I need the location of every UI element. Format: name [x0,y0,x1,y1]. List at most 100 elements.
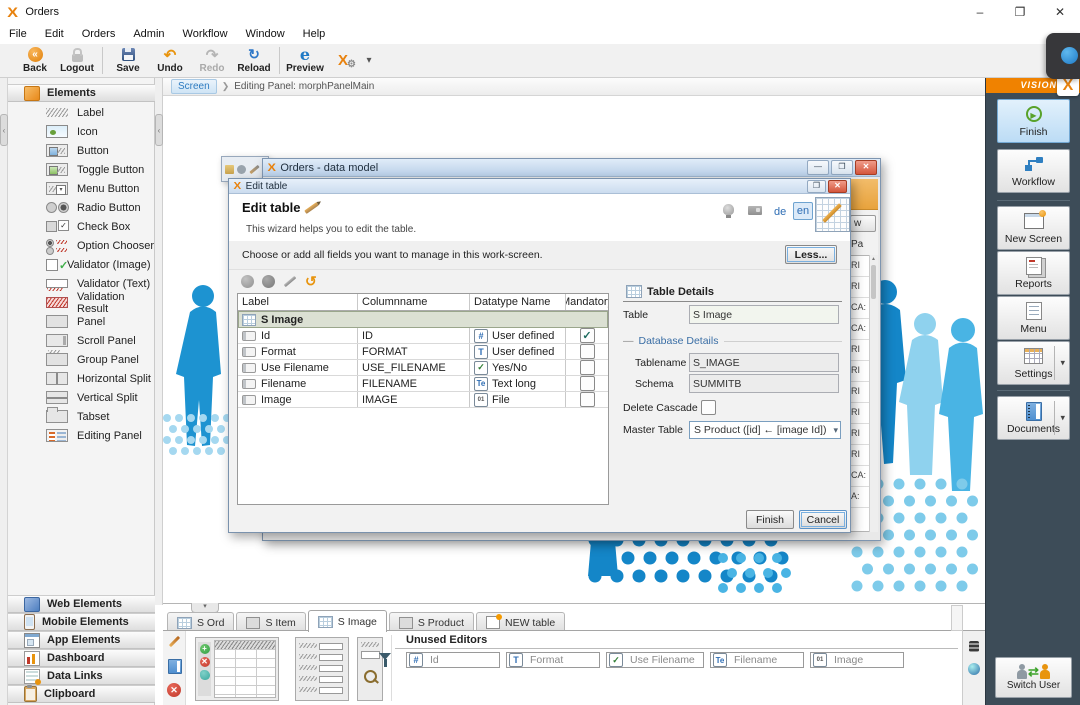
palette-item-horizontal-split[interactable]: Horizontal Split [8,369,155,388]
menu-admin[interactable]: Admin [124,26,173,42]
palette-section-clipboard[interactable]: Clipboard [8,685,155,703]
delete-cascade-checkbox[interactable] [701,400,716,415]
language-de-button[interactable]: de [770,204,790,220]
search-editor-thumbnail[interactable] [357,637,383,701]
palette-item-button[interactable]: Button [8,141,155,160]
dm-minimize-button[interactable]: — [807,160,829,175]
table-row[interactable]: Image IMAGE 01 File [238,392,608,408]
palette-section-dashboard[interactable]: Dashboard [8,649,155,667]
mandatory-checkbox[interactable] [579,376,595,391]
unused-editor-use-filename[interactable]: ✓ Use Filename [606,652,704,668]
reload-button[interactable]: ↻ Reload [233,44,275,77]
remove-field-icon[interactable] [262,275,275,288]
menu-window[interactable]: Window [237,26,294,42]
mandatory-checkbox[interactable] [579,360,595,375]
vision-documents-button[interactable]: Documents [997,396,1070,440]
add-field-icon[interactable] [241,275,254,288]
dm-close-button[interactable]: ✕ [855,160,877,175]
add-row-icon[interactable]: + [199,644,210,654]
grid-editor-thumbnail[interactable]: + ✕ [195,637,279,701]
palette-item-scroll-panel[interactable]: Scroll Panel [8,331,155,350]
mandatory-checkbox-checked[interactable]: ✓ [579,328,595,343]
camera-icon[interactable] [748,206,762,215]
vision-finish-button[interactable]: ▶ Finish [997,99,1070,143]
table-field-value[interactable]: S Image [689,305,839,324]
col-label[interactable]: Label [238,294,358,310]
edit-pencil-icon[interactable] [168,635,181,648]
palette-item-editing-panel[interactable]: Editing Panel [8,426,155,445]
list-item[interactable]: CA: [849,319,871,340]
palette-item-validation-result[interactable]: Validation Result [8,291,155,315]
list-item[interactable]: A: [849,487,871,508]
collapse-minus-icon[interactable]: — [623,335,634,347]
table-group-row[interactable]: S Image [238,311,608,328]
tab-s-item[interactable]: S Item [236,612,306,632]
table-row[interactable]: Use Filename USE_FILENAME ✓ Yes/No [238,360,608,376]
palette-section-data-links[interactable]: Data Links [8,667,155,685]
list-item[interactable]: RI [849,361,871,382]
list-item[interactable]: RI [849,340,871,361]
palette-splitter[interactable]: ‹ [155,78,163,605]
stack-icon[interactable] [969,641,979,652]
palette-section-web-elements[interactable]: Web Elements [8,595,155,613]
palette-item-vertical-split[interactable]: Vertical Split [8,388,155,407]
close-button[interactable]: ✕ [1040,0,1080,24]
menu-orders[interactable]: Orders [73,26,125,42]
database-details-section[interactable]: — Database Details [623,335,842,347]
dialog-restore-button[interactable]: ❐ [807,179,826,193]
tablename-value[interactable]: S_IMAGE [689,353,839,372]
scrollbar[interactable] [951,605,963,631]
dialog-close-button[interactable]: ✕ [828,179,847,193]
table-row[interactable]: Filename FILENAME Te Text long [238,376,608,392]
minimize-button[interactable]: – [960,0,1000,24]
delete-icon[interactable]: ✕ [167,683,181,697]
list-item[interactable]: RI [849,256,871,277]
language-en-button[interactable]: en [793,202,813,220]
palette-item-validator-image[interactable]: Validator (Image) [8,255,155,274]
notebook-icon[interactable] [168,659,182,674]
palette-item-menu-button[interactable]: ▾ Menu Button [8,179,155,198]
list-item[interactable]: RI [849,445,871,466]
menu-file[interactable]: File [0,26,36,42]
undo-button[interactable]: ↶ Undo [149,44,191,77]
schema-value[interactable]: SUMMITB [689,374,839,393]
eraser-icon[interactable] [199,670,210,680]
form-editor-thumbnail[interactable] [295,637,349,701]
finish-button[interactable]: Finish [746,510,794,529]
palette-section-app-elements[interactable]: App Elements [8,631,155,649]
palette-item-radio-button[interactable]: Radio Button [8,198,155,217]
maximize-button[interactable]: ❐ [1000,0,1040,24]
list-item[interactable]: RI [849,277,871,298]
clipped-new-button[interactable]: w [850,215,876,232]
edge-widget-handle[interactable] [1046,33,1080,79]
unused-editor-format[interactable]: T Format [506,652,600,668]
menu-help[interactable]: Help [294,26,335,42]
dm-restore-button[interactable]: ❐ [831,160,853,175]
col-columnname[interactable]: Columnname [358,294,470,310]
list-scrollbar[interactable] [869,255,878,532]
back-button[interactable]: Back [14,44,56,77]
palette-item-group-panel[interactable]: Group Panel [8,350,155,369]
col-datatype[interactable]: Datatype Name [470,294,566,310]
unused-editor-image[interactable]: 01 Image [810,652,904,668]
save-button[interactable]: Save [107,44,149,77]
delete-row-icon[interactable]: ✕ [199,657,210,667]
mandatory-checkbox[interactable] [579,392,595,407]
visionx-tool-button[interactable]: X [326,44,360,77]
vision-reports-button[interactable]: Reports [997,251,1070,295]
lamp-icon[interactable] [723,204,734,218]
palette-header-elements[interactable]: Elements [8,84,155,102]
mandatory-checkbox[interactable] [579,344,595,359]
table-row[interactable]: Id ID # User defined ✓ [238,328,608,344]
reset-fields-icon[interactable]: ↺ [305,274,317,288]
unused-editor-id[interactable]: # Id [406,652,500,668]
globe-icon[interactable] [968,663,980,675]
breadcrumb-screen[interactable]: Screen [171,79,217,94]
menu-edit[interactable]: Edit [36,26,73,42]
dialog-titlebar[interactable]: X Edit table ❐ ✕ [229,179,850,194]
menu-workflow[interactable]: Workflow [174,26,237,42]
logout-button[interactable]: Logout [56,44,98,77]
master-table-select[interactable]: S Product ([id] ← [image Id]) ▾ [689,421,841,439]
palette-item-tabset[interactable]: Tabset [8,407,155,426]
tab-s-ord[interactable]: S Ord [167,612,235,632]
